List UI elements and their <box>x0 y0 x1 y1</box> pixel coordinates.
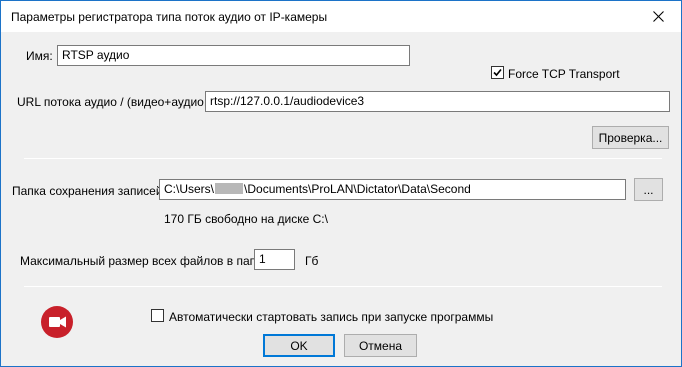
url-label: URL потока аудио / (видео+аудио: <box>17 95 208 109</box>
separator-top <box>24 158 662 159</box>
force-tcp-label: Force TCP Transport <box>508 67 620 81</box>
url-input[interactable]: rtsp://127.0.0.1/audiodevice3 <box>205 91 670 112</box>
window-title: Параметры регистратора типа поток аудио … <box>11 10 328 24</box>
max-size-label: Максимальный размер всех файлов в папке: <box>20 254 272 268</box>
checkmark-icon <box>493 68 502 77</box>
close-button[interactable] <box>635 1 681 32</box>
force-tcp-checkbox[interactable] <box>491 66 504 79</box>
autostart-checkbox[interactable] <box>151 309 164 322</box>
browse-button[interactable]: ... <box>634 178 663 201</box>
name-label: Имя: <box>26 49 53 63</box>
folder-path-input[interactable]: C:\Users\ \Documents\ProLAN\Dictator\Data… <box>159 179 626 200</box>
folder-label: Папка сохранения записей: <box>12 184 166 198</box>
folder-path-prefix: C:\Users\ <box>164 182 215 196</box>
check-button[interactable]: Проверка... <box>592 126 669 149</box>
max-size-unit: Гб <box>305 254 319 268</box>
free-space-text: 170 ГБ свободно на диске C:\ <box>164 212 328 226</box>
close-icon <box>652 11 664 22</box>
title-bar: Параметры регистратора типа поток аудио … <box>1 1 681 32</box>
dialog-window: Параметры регистратора типа поток аудио … <box>0 0 682 367</box>
video-camera-icon <box>41 306 73 338</box>
ok-button[interactable]: OK <box>263 334 335 357</box>
redacted-username <box>215 183 244 194</box>
folder-path-suffix: \Documents\ProLAN\Dictator\Data\Second <box>244 182 471 196</box>
separator-bottom <box>24 286 662 287</box>
autostart-label: Автоматически стартовать запись при запу… <box>169 310 494 324</box>
max-size-input[interactable]: 1 <box>254 249 295 270</box>
cancel-button[interactable]: Отмена <box>344 334 417 357</box>
name-input[interactable]: RTSP аудио <box>57 45 410 66</box>
